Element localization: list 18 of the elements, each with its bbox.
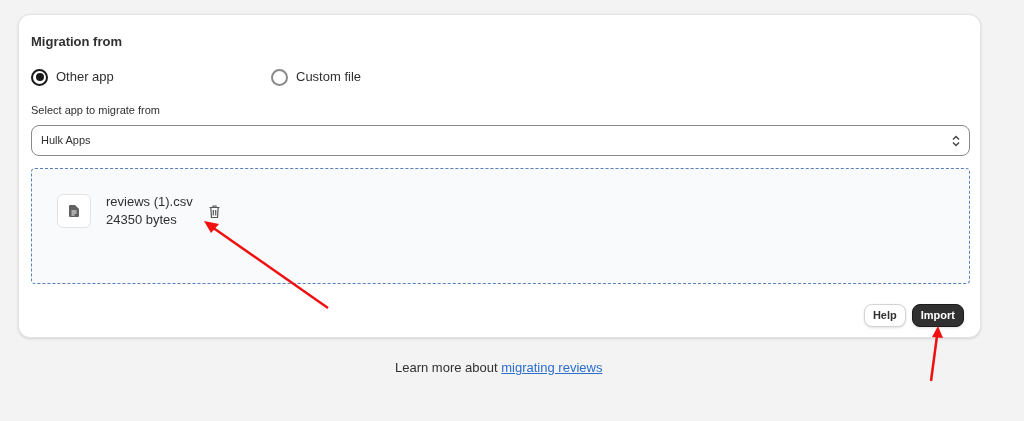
app-select[interactable]: Hulk Apps: [31, 125, 970, 156]
migrating-reviews-link[interactable]: migrating reviews: [501, 360, 603, 375]
trash-icon[interactable]: [208, 205, 220, 218]
section-title: Migration from: [31, 34, 122, 50]
chevron-up-down-icon: [952, 134, 960, 147]
file-dropzone[interactable]: reviews (1).csv 24350 bytes: [31, 168, 970, 284]
radio-button[interactable]: [271, 68, 288, 86]
select-label: Select app to migrate from: [31, 103, 160, 118]
radio-option[interactable]: Custom file: [271, 67, 362, 87]
radio-option[interactable]: Other app: [31, 67, 271, 87]
document-icon: [69, 205, 79, 217]
file-name: reviews (1).csv: [106, 193, 193, 211]
help-button[interactable]: Help: [863, 304, 906, 327]
import-button[interactable]: Import: [911, 304, 964, 327]
annotation-arrow: [929, 326, 943, 382]
learn-more-text: Learn more about migrating reviews: [395, 359, 603, 377]
file-size: 24350 bytes: [106, 211, 178, 229]
radio-button[interactable]: [31, 68, 48, 86]
